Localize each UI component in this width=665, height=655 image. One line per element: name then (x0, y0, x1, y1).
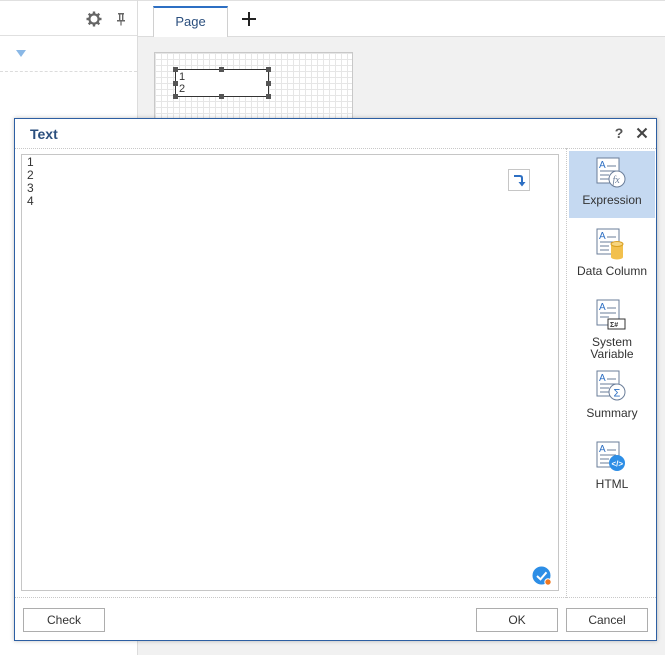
resize-handle[interactable] (219, 94, 224, 99)
sidebar-item-summary[interactable]: A Σ Summary (569, 364, 655, 432)
component-line: 1 (179, 71, 186, 83)
system-variable-icon: A Σ# (596, 299, 626, 330)
add-page-icon[interactable] (240, 10, 258, 28)
sidebar-item-data-column[interactable]: A Data Column (569, 222, 655, 290)
html-icon: A </> (596, 441, 625, 471)
help-button[interactable]: ? (612, 124, 626, 142)
summary-icon: A Σ (596, 370, 626, 401)
check-button[interactable]: Check (23, 608, 105, 632)
pin-icon[interactable] (115, 12, 127, 26)
svg-text:A: A (599, 302, 606, 313)
expression-editor[interactable]: 1 2 3 4 (21, 154, 559, 591)
expression-icon: A fx (596, 157, 626, 188)
validation-check-icon[interactable] (532, 566, 552, 586)
text-dialog: Text ? 1 2 3 4 A fx Expression A Data Co… (14, 118, 657, 641)
dialog-footer: Check OK Cancel (15, 597, 656, 641)
resize-handle[interactable] (173, 81, 178, 86)
editor-content: 1 2 3 4 (27, 156, 34, 208)
resize-handle[interactable] (173, 94, 178, 99)
svg-text:A: A (599, 444, 606, 455)
insert-sidebar: A fx Expression A Data Column A Σ# Syste… (566, 148, 658, 598)
resize-handle[interactable] (173, 67, 178, 72)
gear-icon[interactable] (86, 11, 102, 27)
cancel-button[interactable]: Cancel (566, 608, 648, 632)
panel-toolbar (0, 0, 137, 36)
editor-line: 4 (27, 194, 34, 208)
dialog-title: Text (30, 126, 58, 142)
sidebar-item-expression[interactable]: A fx Expression (569, 151, 655, 218)
text-component[interactable]: 1 2 (175, 69, 269, 97)
resize-handle[interactable] (266, 67, 271, 72)
sidebar-label: Summary (586, 406, 638, 420)
svg-text:Σ#: Σ# (610, 322, 618, 329)
svg-text:</>: </> (612, 460, 624, 469)
resize-handle[interactable] (219, 67, 224, 72)
tab-page[interactable]: Page (153, 6, 228, 37)
word-wrap-button[interactable] (508, 169, 530, 191)
system-variable-label: System Variable (590, 335, 634, 361)
dialog-header: Text ? (15, 119, 656, 149)
svg-text:A: A (599, 160, 606, 171)
panel-row (0, 37, 137, 72)
ok-button[interactable]: OK (476, 608, 558, 632)
resize-handle[interactable] (266, 94, 271, 99)
close-icon[interactable] (635, 126, 649, 140)
sidebar-label: HTML (595, 477, 629, 491)
page-tab-bar: Page (138, 0, 665, 37)
svg-text:A: A (599, 373, 606, 384)
svg-text:Σ: Σ (614, 388, 621, 400)
svg-text:fx: fx (613, 175, 621, 186)
svg-text:A: A (599, 231, 606, 242)
sidebar-item-html[interactable]: A </> HTML (569, 435, 655, 503)
word-wrap-icon (514, 175, 526, 187)
arrow-down-icon[interactable] (16, 50, 26, 58)
resize-handle[interactable] (266, 81, 271, 86)
sidebar-label: System Variable (569, 336, 655, 360)
sidebar-label: Data Column (576, 264, 648, 278)
sidebar-item-system-variable[interactable]: A Σ# System Variable (569, 293, 655, 361)
sidebar-label: Expression (582, 193, 642, 207)
data-column-icon: A (596, 228, 624, 260)
